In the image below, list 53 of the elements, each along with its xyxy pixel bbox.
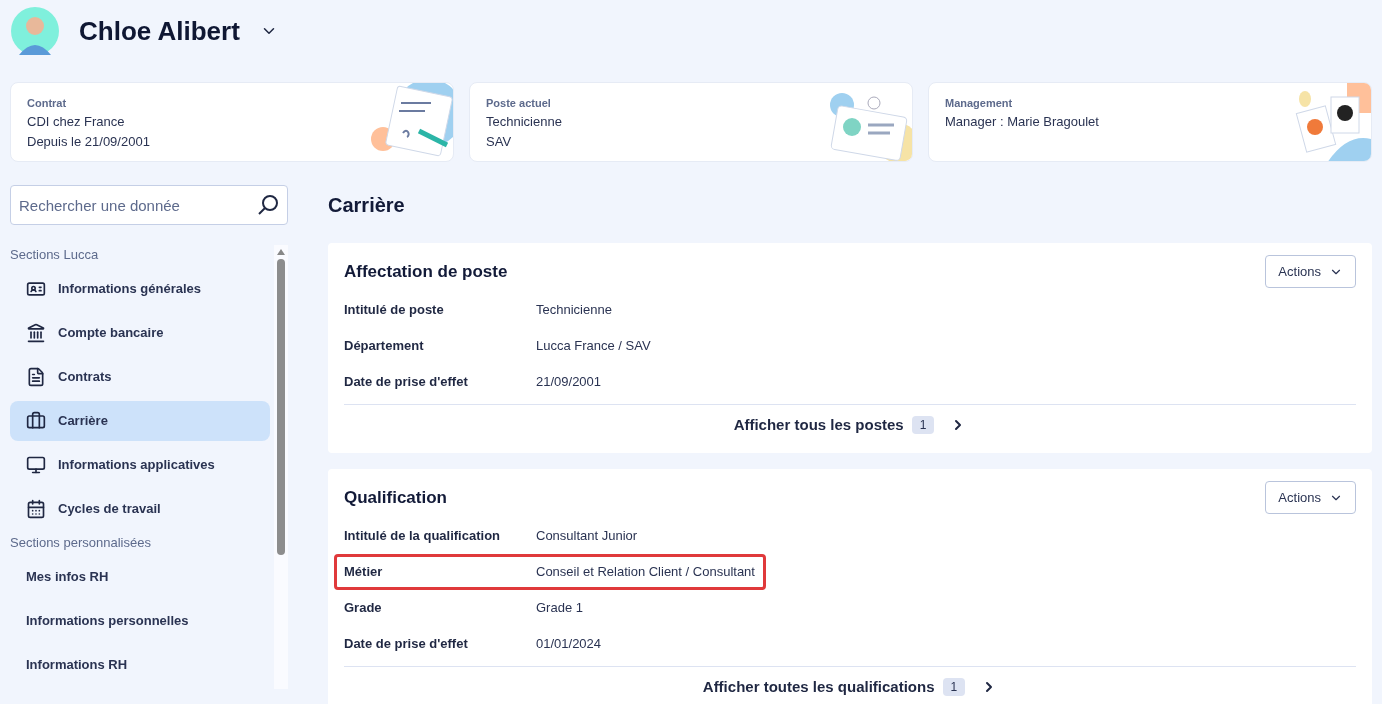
sidebar-item[interactable]: Informations générales bbox=[10, 269, 270, 309]
card-title: Poste actuel bbox=[486, 96, 552, 111]
sidebar-item[interactable]: Mes infos RH bbox=[10, 557, 270, 597]
field-value: Technicienne bbox=[536, 301, 612, 320]
document-icon bbox=[26, 367, 46, 387]
sidebar-item[interactable]: Carrière bbox=[10, 401, 270, 441]
sidebar-item[interactable]: Informations applicatives bbox=[10, 445, 270, 485]
sidebar-item[interactable]: Compte bancaire bbox=[10, 313, 270, 353]
sidebar-group-title: Sections personnalisées bbox=[10, 534, 152, 552]
sidebar-item[interactable]: Informations personnelles bbox=[10, 601, 270, 641]
card-title: Management bbox=[945, 96, 1014, 111]
sidebar-group-title: Sections Lucca bbox=[10, 246, 100, 264]
scrollbar[interactable] bbox=[274, 245, 288, 689]
search-icon[interactable] bbox=[257, 194, 279, 216]
card-text: CDI chez France bbox=[27, 112, 126, 131]
card-text: Manager : Marie Bragoulet bbox=[945, 112, 1099, 131]
field-label: Grade bbox=[344, 599, 383, 618]
show-all-link[interactable]: Afficher tous les postes bbox=[733, 413, 904, 437]
field-label: Département bbox=[344, 337, 425, 356]
card-title: Contrat bbox=[27, 96, 68, 111]
count-badge: 1 bbox=[942, 678, 966, 696]
field-label: Date de prise d'effet bbox=[344, 373, 469, 392]
id-card-icon bbox=[26, 279, 46, 299]
page-title: Carrière bbox=[328, 193, 406, 218]
card-text: SAV bbox=[486, 132, 513, 151]
field-value: Conseil et Relation Client / Consultant bbox=[536, 563, 755, 582]
field-label: Intitulé de la qualification bbox=[344, 527, 501, 546]
actions-button[interactable]: Actions bbox=[1265, 481, 1356, 514]
field-value: 21/09/2001 bbox=[536, 373, 602, 392]
bank-icon bbox=[26, 323, 46, 343]
show-all-link[interactable]: Afficher toutes les qualifications bbox=[702, 675, 935, 699]
sidebar-item[interactable]: Cycles de travail bbox=[10, 489, 270, 529]
field-value: Consultant Junior bbox=[536, 527, 638, 546]
calendar-icon bbox=[26, 499, 46, 519]
card-text: Depuis le 21/09/2001 bbox=[27, 132, 150, 151]
actions-button[interactable]: Actions bbox=[1265, 255, 1356, 288]
field-label: Métier bbox=[344, 563, 384, 582]
section-title: Qualification bbox=[344, 486, 447, 509]
monitor-icon bbox=[26, 455, 46, 475]
avatar-icon bbox=[11, 7, 59, 55]
briefcase-icon bbox=[26, 411, 46, 431]
field-label: Intitulé de poste bbox=[344, 301, 445, 320]
section-title: Affectation de poste bbox=[344, 260, 508, 283]
employee-name: Chloe Alibert bbox=[79, 14, 240, 48]
card-text: Technicienne bbox=[486, 112, 562, 131]
field-value: Grade 1 bbox=[536, 599, 583, 618]
field-label: Date de prise d'effet bbox=[344, 635, 469, 654]
field-value: Lucca France / SAV bbox=[536, 337, 651, 356]
search-field[interactable]: Rechercher une donnée bbox=[10, 185, 288, 225]
sidebar-item[interactable]: Informations RH bbox=[10, 645, 270, 685]
count-badge: 1 bbox=[911, 416, 935, 434]
sidebar-item[interactable]: Contrats bbox=[10, 357, 270, 397]
field-value: 01/01/2024 bbox=[536, 635, 602, 654]
